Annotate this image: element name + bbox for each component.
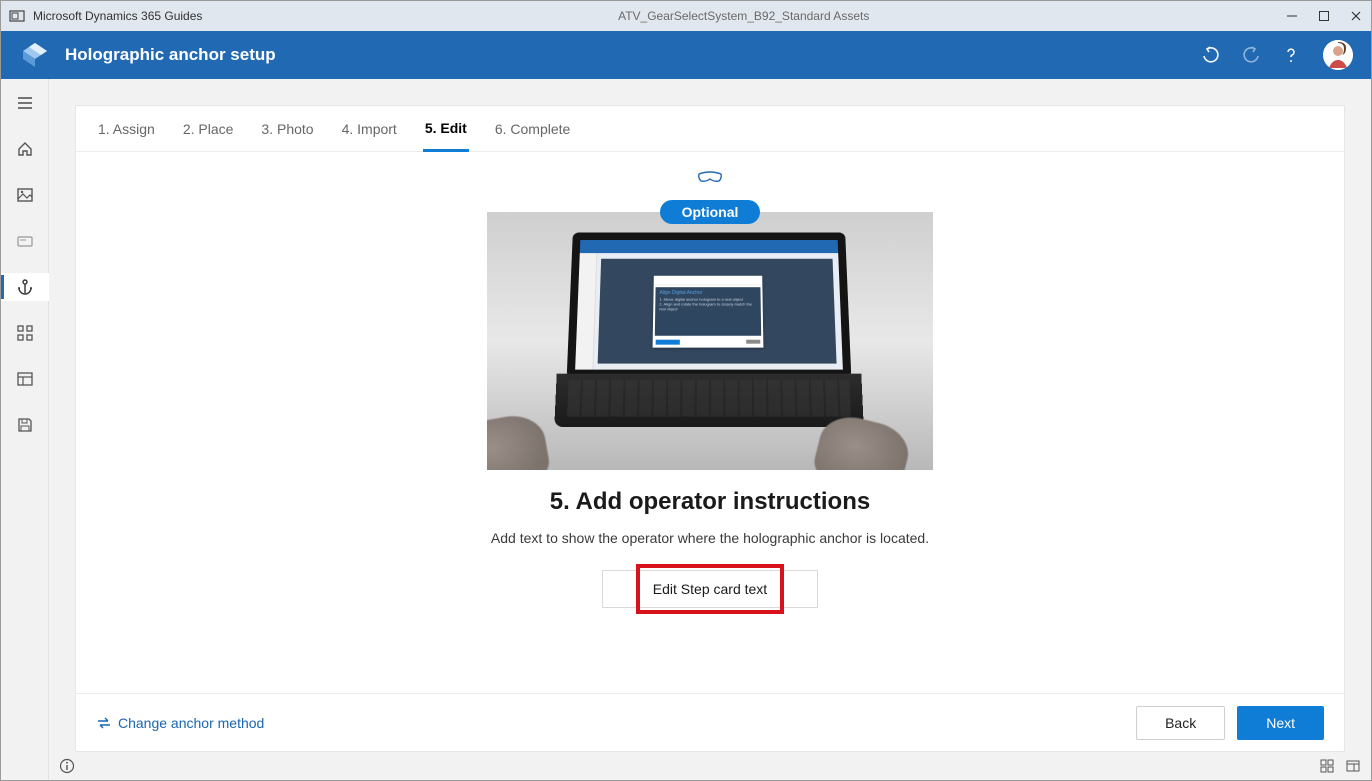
tab-complete[interactable]: 6. Complete	[493, 106, 572, 152]
hololens-icon	[697, 170, 723, 184]
menu-icon[interactable]	[1, 89, 49, 117]
help-button[interactable]	[1277, 41, 1305, 69]
app-title: Microsoft Dynamics 365 Guides	[33, 9, 202, 23]
tab-place[interactable]: 2. Place	[181, 106, 236, 152]
dialog-text-2: 2. Align and rotate the hologram to clos…	[655, 302, 761, 312]
laptop-illustration: Align Digital Anchor 1. Move digital anc…	[555, 233, 864, 419]
anchor-icon[interactable]	[1, 273, 49, 301]
back-button[interactable]: Back	[1136, 706, 1225, 740]
wizard-footer: Change anchor method Back Next	[76, 693, 1344, 751]
step-heading: 5. Add operator instructions	[550, 488, 870, 516]
image-icon[interactable]	[1, 181, 49, 209]
maximize-button[interactable]	[1317, 9, 1331, 23]
content-area: 1. Assign 2. Place 3. Photo 4. Import 5.…	[49, 79, 1371, 780]
tab-assign[interactable]: 1. Assign	[96, 106, 157, 152]
product-logo	[19, 39, 51, 71]
apps-icon[interactable]	[1, 319, 49, 347]
window-controls	[1285, 9, 1363, 23]
change-anchor-label: Change anchor method	[118, 715, 264, 731]
undo-button[interactable]	[1197, 41, 1225, 69]
redo-button[interactable]	[1237, 41, 1265, 69]
save-icon[interactable]	[1, 411, 49, 439]
user-avatar[interactable]	[1323, 40, 1353, 70]
left-sidebar	[1, 79, 49, 780]
info-icon[interactable]	[59, 758, 75, 774]
status-bar	[49, 752, 1371, 780]
optional-badge: Optional	[660, 200, 761, 224]
wizard-card: 1. Assign 2. Place 3. Photo 4. Import 5.…	[75, 105, 1345, 752]
app-icon	[9, 8, 25, 24]
view-grid-icon[interactable]	[1319, 758, 1335, 774]
title-bar: Microsoft Dynamics 365 Guides ATV_GearSe…	[1, 1, 1371, 31]
dialog-title: Align Digital Anchor	[655, 287, 760, 297]
close-button[interactable]	[1349, 9, 1363, 23]
header-actions	[1197, 40, 1353, 70]
edit-step-button-wrap: Edit Step card text	[602, 570, 818, 608]
tab-import[interactable]: 4. Import	[340, 106, 399, 152]
app-body: 1. Assign 2. Place 3. Photo 4. Import 5.…	[1, 79, 1371, 780]
swap-icon	[96, 715, 112, 731]
view-panel-icon[interactable]	[1345, 758, 1361, 774]
home-icon[interactable]	[1, 135, 49, 163]
hero-image: Align Digital Anchor 1. Move digital anc…	[487, 212, 933, 470]
header-bar: Holographic anchor setup	[1, 31, 1371, 79]
layout-icon[interactable]	[1, 365, 49, 393]
wizard-tabs: 1. Assign 2. Place 3. Photo 4. Import 5.…	[76, 106, 1344, 152]
footer-buttons: Back Next	[1136, 706, 1324, 740]
app-window: Microsoft Dynamics 365 Guides ATV_GearSe…	[0, 0, 1372, 781]
card-icon[interactable]	[1, 227, 49, 255]
tab-edit[interactable]: 5. Edit	[423, 106, 469, 152]
edit-step-card-button[interactable]: Edit Step card text	[602, 570, 818, 608]
hand-left-illustration	[487, 411, 552, 470]
wizard-body: Optional	[76, 152, 1344, 693]
tab-photo[interactable]: 3. Photo	[259, 106, 315, 152]
step-subheading: Add text to show the operator where the …	[491, 530, 929, 546]
change-anchor-link[interactable]: Change anchor method	[96, 715, 264, 731]
page-title: Holographic anchor setup	[65, 45, 1197, 65]
next-button[interactable]: Next	[1237, 706, 1324, 740]
minimize-button[interactable]	[1285, 9, 1299, 23]
document-title: ATV_GearSelectSystem_B92_Standard Assets	[202, 9, 1285, 23]
